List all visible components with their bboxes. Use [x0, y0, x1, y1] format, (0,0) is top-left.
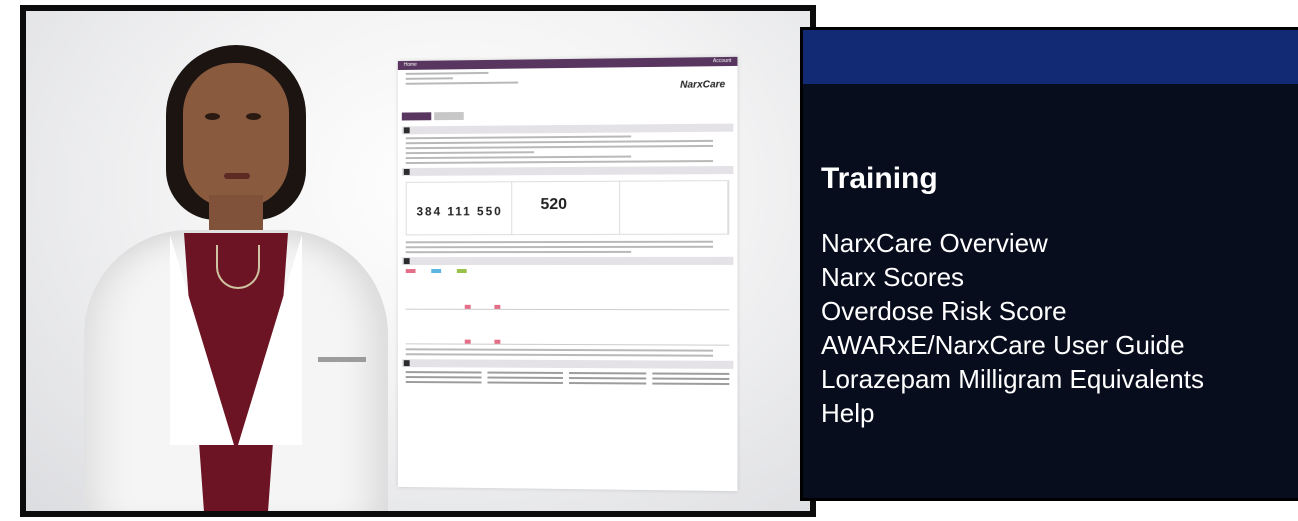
report-overdose-risk: 520 — [513, 182, 620, 234]
presenter-face — [183, 63, 289, 208]
report-logo: NarxCare — [680, 79, 725, 91]
menu-item-narxcare-overview[interactable]: NarxCare Overview — [821, 226, 1204, 260]
report-section-header — [402, 257, 734, 265]
presenter-mouth — [224, 173, 250, 179]
presenter-eye-right — [246, 113, 261, 120]
menu-item-user-guide[interactable]: AWARxE/NarxCare User Guide — [821, 328, 1204, 362]
training-panel: Training NarxCare Overview Narx Scores O… — [800, 27, 1298, 501]
report-legend — [406, 269, 730, 275]
report-score-values: 384 111 550 — [417, 204, 503, 218]
presenter-necklace — [216, 245, 260, 289]
report-topbar-right: Account — [713, 57, 731, 66]
report-header: NarxCare — [398, 69, 738, 123]
video-stage: Home Account NarxCare 384 111 550 520 — [26, 11, 810, 511]
report-narx-scores: 384 111 550 — [407, 182, 513, 234]
report-tabs — [402, 112, 464, 121]
report-section-header — [402, 166, 734, 176]
menu-item-narx-scores[interactable]: Narx Scores — [821, 260, 1204, 294]
report-graph — [406, 314, 730, 346]
narxcare-report-illustration: Home Account NarxCare 384 111 550 520 — [398, 57, 738, 491]
report-graph — [406, 279, 730, 310]
report-section-header — [402, 124, 734, 135]
report-table — [406, 371, 730, 385]
menu-item-help[interactable]: Help — [821, 396, 1204, 430]
training-menu: NarxCare Overview Narx Scores Overdose R… — [821, 226, 1204, 430]
report-scores-box: 384 111 550 520 — [406, 180, 730, 235]
report-note-lines — [406, 241, 730, 254]
coat-name-embroidery — [318, 357, 366, 362]
report-topbar: Home Account — [398, 57, 738, 70]
menu-item-lorazepam-equivalents[interactable]: Lorazepam Milligram Equivalents — [821, 362, 1204, 396]
presenter-image — [66, 45, 446, 511]
report-header-lines — [406, 71, 524, 84]
menu-item-overdose-risk-score[interactable]: Overdose Risk Score — [821, 294, 1204, 328]
report-footnote-lines — [406, 348, 730, 356]
training-title: Training — [821, 162, 938, 196]
report-topbar-left: Home — [404, 61, 417, 70]
report-section-header — [402, 359, 734, 369]
report-patient-lines — [406, 135, 730, 164]
report-risk-value: 520 — [540, 196, 567, 214]
panel-header-bar — [803, 30, 1298, 84]
training-video[interactable]: Home Account NarxCare 384 111 550 520 — [20, 5, 816, 517]
presenter-eye-left — [205, 113, 220, 120]
report-additional-risk — [620, 181, 729, 234]
